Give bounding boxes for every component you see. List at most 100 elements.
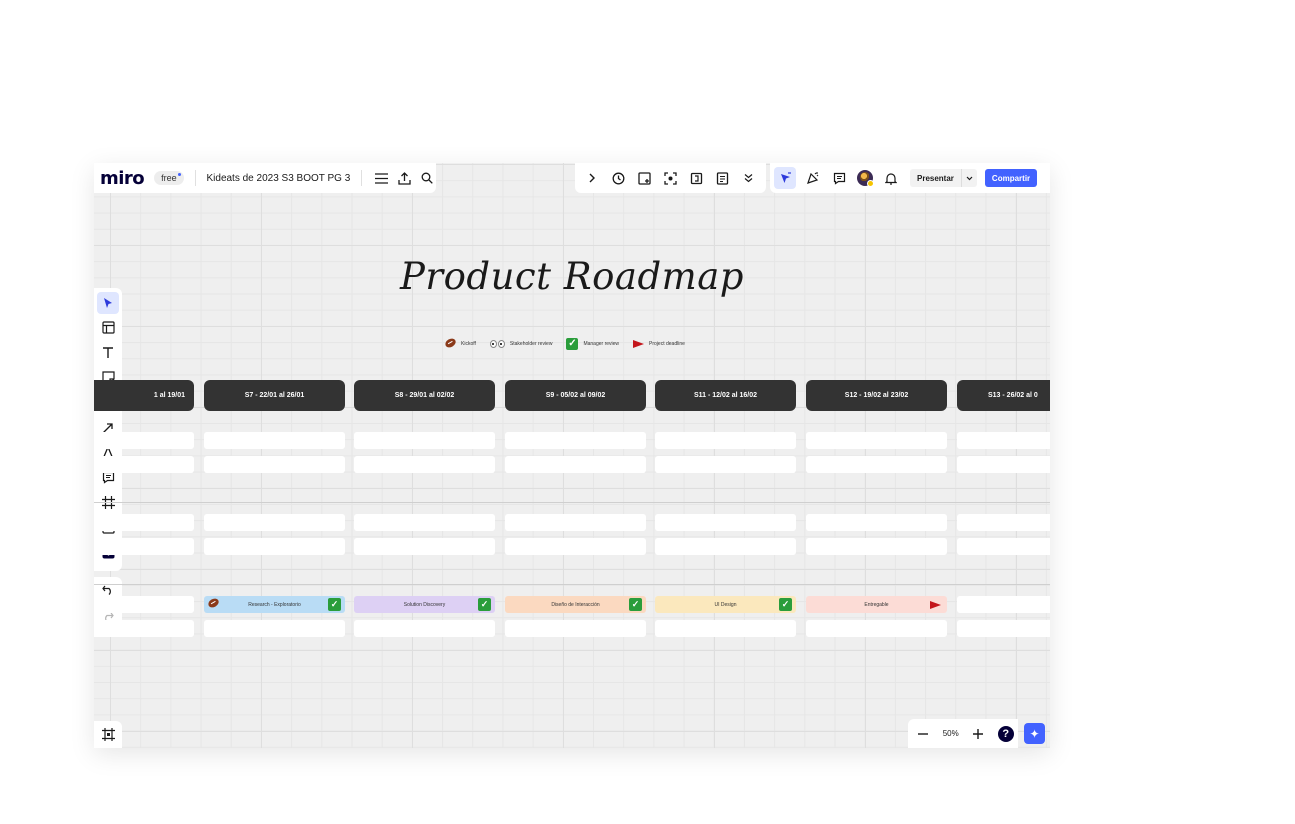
task-slot[interactable] [94,514,194,531]
sticky-add-icon[interactable] [633,167,655,189]
task-slot[interactable] [94,538,194,555]
task-slot[interactable] [806,538,947,555]
week-header[interactable]: S11 - 12/02 al 16/02 [655,380,796,411]
miro-board-window: miro free Kideats de 2023 S3 BOOT PG 3 P… [94,163,1050,748]
task-slot[interactable] [354,538,495,555]
task-slot[interactable] [354,514,495,531]
task-slot[interactable] [505,432,646,449]
task-slot[interactable] [655,432,796,449]
chevron-down-icon[interactable] [960,169,977,187]
task-label: Solution Discovery [403,601,446,608]
chevron-right-icon[interactable] [581,167,603,189]
task-slot[interactable] [505,620,646,637]
task-slot[interactable] [957,514,1050,531]
export-icon[interactable] [396,167,414,189]
help-button[interactable]: ? [997,725,1014,742]
plan-badge[interactable]: free [154,171,184,185]
task-slot[interactable] [957,620,1050,637]
celebrate-icon[interactable] [802,167,824,189]
task-slot[interactable] [354,456,495,473]
miro-logo[interactable]: miro [100,168,145,189]
week-header[interactable]: S8 - 29/01 al 02/02 [354,380,495,411]
task-slot[interactable] [505,514,646,531]
frames-panel-button[interactable] [94,721,122,748]
task-slot[interactable] [204,432,345,449]
zoom-level[interactable]: 50% [943,729,959,738]
task-slot[interactable] [806,456,947,473]
lane-divider [94,502,1050,503]
task-slot[interactable] [354,620,495,637]
user-avatar[interactable] [854,167,876,189]
collaboration-toolbar [575,163,766,193]
focus-icon[interactable] [659,167,681,189]
task-slot[interactable] [655,620,796,637]
week-header[interactable]: 1 al 19/01 [94,380,194,411]
task-slot[interactable] [957,596,1050,613]
task-card-research[interactable]: Research - Exploratorio ✓ [204,596,345,613]
week-header[interactable]: S12 - 19/02 al 23/02 [806,380,947,411]
task-slot[interactable] [806,620,947,637]
templates-icon[interactable] [97,317,119,339]
text-tool-icon[interactable] [97,342,119,364]
task-slot[interactable] [204,620,345,637]
menu-icon[interactable] [373,167,391,189]
task-card-solution-discovery[interactable]: Solution Discovery ✓ [354,596,495,613]
divider [361,170,363,186]
task-slot[interactable] [957,538,1050,555]
zoom-controls: 50% ? [908,719,1018,748]
task-label: Diseño de Interacción [551,601,600,608]
share-button[interactable]: Compartir [984,169,1038,187]
lane-divider [94,584,1050,585]
task-slot[interactable] [806,432,947,449]
task-slot[interactable] [94,620,194,637]
frames-icon [97,724,119,746]
present-label: Presentar [917,173,954,183]
task-card-interaction-design[interactable]: Diseño de Interacción ✓ [505,596,646,613]
week-header[interactable]: S7 - 22/01 al 26/01 [204,380,345,411]
task-slot[interactable] [655,514,796,531]
week-header[interactable]: S13 - 26/02 al 0 [957,380,1050,411]
task-slot[interactable] [957,432,1050,449]
task-slot[interactable] [94,596,194,613]
legend-item: Stakeholder review [489,340,552,348]
task-slot[interactable] [655,456,796,473]
task-slot[interactable] [806,514,947,531]
present-button[interactable]: Presentar [910,169,977,187]
comments-icon[interactable] [828,167,850,189]
task-slot[interactable] [957,456,1050,473]
task-slot[interactable] [505,456,646,473]
football-icon [443,336,458,350]
task-slot[interactable] [94,432,194,449]
task-slot[interactable] [204,514,345,531]
legend-item: Kickoff [443,336,476,350]
notes-icon[interactable] [712,167,734,189]
football-icon [206,596,221,610]
task-slot[interactable] [505,538,646,555]
bell-icon[interactable] [880,167,902,189]
zoom-in-icon[interactable] [967,723,989,745]
task-slot[interactable] [655,538,796,555]
search-icon[interactable] [418,167,436,189]
roadmap-title[interactable]: Product Roadmap [94,255,1050,298]
task-card-ui-design[interactable]: UI Design ✓ [655,596,796,613]
legend[interactable]: Kickoff Stakeholder review ✓ Manager rev… [443,336,699,350]
share-toolbar: Presentar Compartir [770,163,1050,193]
task-slot[interactable] [204,456,345,473]
checkmark-icon: ✓ [328,598,341,611]
task-slot[interactable] [354,432,495,449]
zoom-out-icon[interactable] [912,723,934,745]
task-slot[interactable] [94,456,194,473]
board-title[interactable]: Kideats de 2023 S3 BOOT PG 3 [206,173,350,184]
task-label: UI Design [714,601,737,608]
vote-icon[interactable] [686,167,708,189]
board-header: miro free Kideats de 2023 S3 BOOT PG 3 [94,163,436,193]
checkmark-icon: ✓ [566,338,579,350]
select-mode-icon[interactable] [774,167,796,189]
ai-assist-icon[interactable]: ✦ [1024,723,1045,744]
task-card-deliverable[interactable]: Entregable [806,596,947,613]
double-chevron-down-icon[interactable] [738,167,760,189]
task-slot[interactable] [204,538,345,555]
week-header[interactable]: S9 - 05/02 al 09/02 [505,380,646,411]
timer-icon[interactable] [607,167,629,189]
task-label: Entregable [864,601,889,608]
